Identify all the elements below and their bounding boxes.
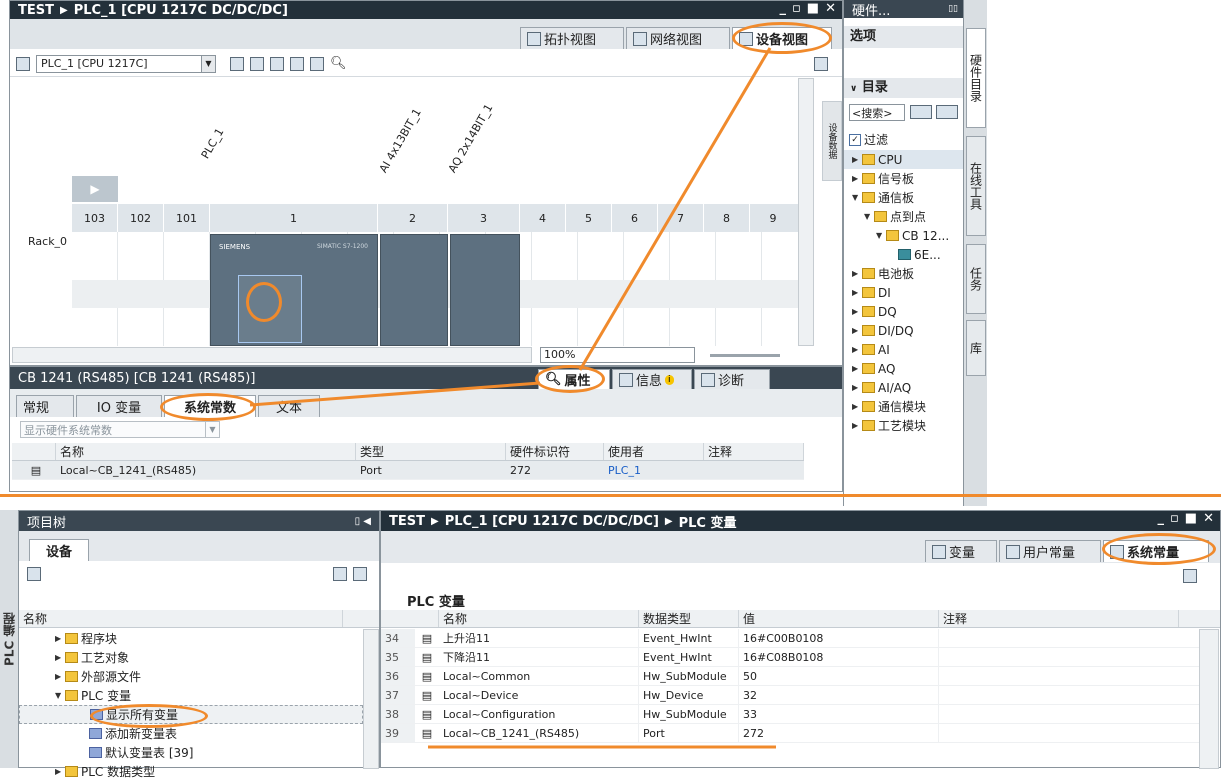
highlight-oval-system-constants-tab	[1102, 533, 1216, 565]
chevron-right-icon[interactable]: ▶	[55, 767, 65, 776]
annotation-overlay	[249, 47, 776, 749]
highlight-oval-cb-port	[246, 282, 282, 322]
highlight-oval-properties	[535, 365, 605, 393]
annotation-line	[249, 381, 541, 407]
highlight-oval-system-constants	[160, 393, 256, 421]
annotation-line	[578, 47, 772, 371]
highlight-oval-show-all-tags	[90, 704, 208, 728]
highlight-oval-device-view	[732, 22, 832, 54]
